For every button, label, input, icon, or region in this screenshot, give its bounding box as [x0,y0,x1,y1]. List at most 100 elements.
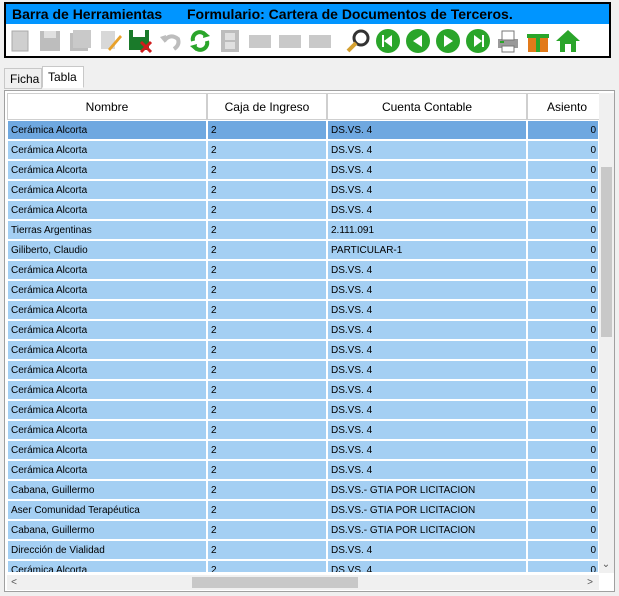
table-row[interactable]: Cerámica Alcorta 2 DS.VS. 40 [7,180,599,200]
disabled-button-2[interactable] [276,27,304,55]
cell-cuenta[interactable]: DS.VS. 4 [327,460,527,480]
save-as-button[interactable] [66,27,94,55]
cell-nombre[interactable]: Cerámica Alcorta [7,380,207,400]
cell-nombre[interactable]: Cerámica Alcorta [7,400,207,420]
column-header-asiento[interactable]: Asiento [527,93,607,120]
cell-asiento[interactable]: 0 [527,480,599,500]
cell-caja[interactable]: 2 [207,180,327,200]
table-row[interactable]: Cerámica Alcorta 2 DS.VS. 40 [7,460,599,480]
cell-cuenta[interactable]: DS.VS. 4 [327,380,527,400]
delete-button[interactable] [126,27,154,55]
cell-nombre[interactable]: Cabana, Guillermo [7,520,207,540]
cell-caja[interactable]: 2 [207,400,327,420]
cell-nombre[interactable]: Aser Comunidad Terapéutica [7,500,207,520]
cell-asiento[interactable]: 0 [527,540,599,560]
cell-cuenta[interactable]: DS.VS. 4 [327,560,527,572]
cell-nombre[interactable]: Cerámica Alcorta [7,260,207,280]
cell-asiento[interactable]: 0 [527,500,599,520]
refresh-button[interactable] [186,27,214,55]
cell-caja[interactable]: 2 [207,560,327,572]
cell-caja[interactable]: 2 [207,320,327,340]
cell-cuenta[interactable]: DS.VS. 4 [327,360,527,380]
cell-nombre[interactable]: Cabana, Guillermo [7,480,207,500]
cell-asiento[interactable]: 0 [527,420,599,440]
scroll-down-icon[interactable]: ⌄ [599,557,613,572]
cell-nombre[interactable]: Cerámica Alcorta [7,200,207,220]
cell-caja[interactable]: 2 [207,480,327,500]
cell-caja[interactable]: 2 [207,220,327,240]
cell-cuenta[interactable]: DS.VS. 4 [327,180,527,200]
cell-nombre[interactable]: Cerámica Alcorta [7,280,207,300]
cell-cuenta[interactable]: DS.VS. 4 [327,440,527,460]
vertical-scroll-thumb[interactable] [601,167,612,337]
tab-tabla[interactable]: Tabla [42,66,84,88]
cell-caja[interactable]: 2 [207,300,327,320]
cell-nombre[interactable]: Cerámica Alcorta [7,140,207,160]
table-row[interactable]: Dirección de Vialidad 2 DS.VS. 40 [7,540,599,560]
cell-nombre[interactable]: Cerámica Alcorta [7,180,207,200]
column-header-caja[interactable]: Caja de Ingreso [207,93,327,120]
cell-caja[interactable]: 2 [207,440,327,460]
cell-asiento[interactable]: 0 [527,300,599,320]
cell-cuenta[interactable]: DS.VS. 4 [327,340,527,360]
cell-asiento[interactable]: 0 [527,560,599,572]
gift-button[interactable] [524,27,552,55]
cell-asiento[interactable]: 0 [527,180,599,200]
cell-nombre[interactable]: Cerámica Alcorta [7,120,207,140]
cell-cuenta[interactable]: DS.VS.- GTIA POR LICITACION [327,520,527,540]
cell-caja[interactable]: 2 [207,500,327,520]
cell-cuenta[interactable]: DS.VS. 4 [327,400,527,420]
cell-asiento[interactable]: 0 [527,340,599,360]
cell-asiento[interactable]: 0 [527,200,599,220]
cell-nombre[interactable]: Cerámica Alcorta [7,160,207,180]
cell-caja[interactable]: 2 [207,420,327,440]
cell-caja[interactable]: 2 [207,460,327,480]
cell-nombre[interactable]: Cerámica Alcorta [7,340,207,360]
cell-caja[interactable]: 2 [207,340,327,360]
previous-record-button[interactable] [404,27,432,55]
cell-asiento[interactable]: 0 [527,260,599,280]
cell-nombre[interactable]: Cerámica Alcorta [7,360,207,380]
cell-cuenta[interactable]: DS.VS. 4 [327,120,527,140]
cell-caja[interactable]: 2 [207,280,327,300]
undo-button[interactable] [156,27,184,55]
cell-asiento[interactable]: 0 [527,520,599,540]
disabled-button-3[interactable] [306,27,334,55]
table-row[interactable]: Cerámica Alcorta 2 DS.VS. 40 [7,200,599,220]
cell-asiento[interactable]: 0 [527,140,599,160]
table-row[interactable]: Cerámica Alcorta 2 DS.VS. 40 [7,440,599,460]
cell-nombre[interactable]: Cerámica Alcorta [7,320,207,340]
cell-asiento[interactable]: 0 [527,460,599,480]
vertical-scrollbar[interactable]: ⌄ [599,93,614,573]
table-row[interactable]: Cerámica Alcorta 2 DS.VS. 40 [7,300,599,320]
cell-cuenta[interactable]: DS.VS. 4 [327,320,527,340]
cell-caja[interactable]: 2 [207,380,327,400]
cell-cuenta[interactable]: PARTICULAR-1 [327,240,527,260]
cell-nombre[interactable]: Cerámica Alcorta [7,300,207,320]
table-row[interactable]: Cerámica Alcorta 2 DS.VS. 40 [7,120,599,140]
cell-caja[interactable]: 2 [207,160,327,180]
cell-caja[interactable]: 2 [207,120,327,140]
print-button[interactable] [494,27,522,55]
cell-asiento[interactable]: 0 [527,220,599,240]
table-row[interactable]: Aser Comunidad Terapéutica 2 DS.VS.- GTIA … [7,500,599,520]
first-record-button[interactable] [374,27,402,55]
scroll-right-icon[interactable]: > [583,575,597,590]
cell-asiento[interactable]: 0 [527,360,599,380]
cell-caja[interactable]: 2 [207,520,327,540]
column-header-nombre[interactable]: Nombre [7,93,207,120]
cell-cuenta[interactable]: DS.VS. 4 [327,260,527,280]
horizontal-scroll-thumb[interactable] [192,577,358,588]
table-row[interactable]: Cerámica Alcorta 2 DS.VS. 40 [7,360,599,380]
cell-cuenta[interactable]: DS.VS. 4 [327,300,527,320]
column-header-cuenta[interactable]: Cuenta Contable [327,93,527,120]
table-row[interactable]: Cerámica Alcorta 2 DS.VS. 40 [7,320,599,340]
disabled-button-1[interactable] [246,27,274,55]
cell-nombre[interactable]: Cerámica Alcorta [7,460,207,480]
cell-caja[interactable]: 2 [207,200,327,220]
cell-asiento[interactable]: 0 [527,280,599,300]
tab-ficha[interactable]: Ficha [4,68,42,89]
search-button[interactable] [344,27,372,55]
new-record-button[interactable] [6,27,34,55]
cell-nombre[interactable]: Cerámica Alcorta [7,420,207,440]
